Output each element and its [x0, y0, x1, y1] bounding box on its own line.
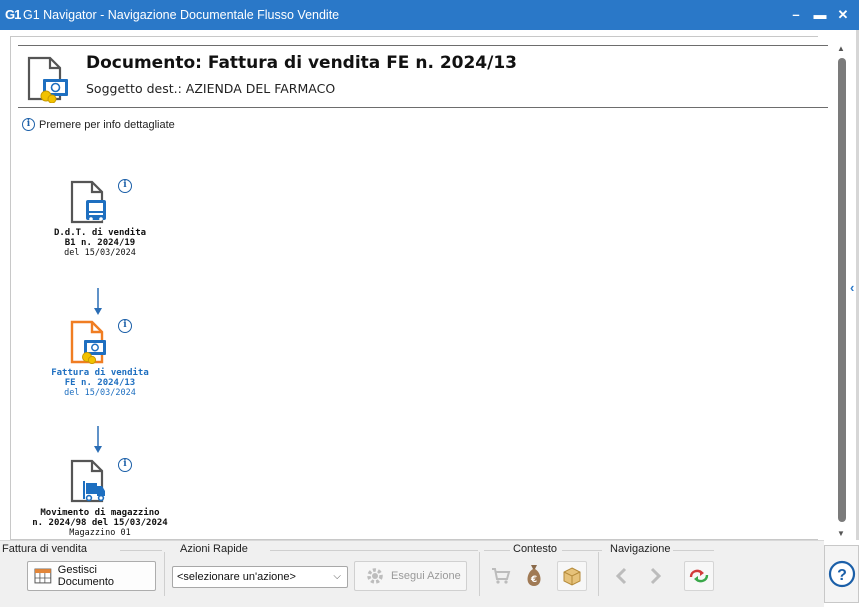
warehouse-node-title: Movimento di magazzino	[40, 508, 160, 518]
scroll-down-icon[interactable]: ▼	[837, 529, 845, 538]
warehouse-node-icon[interactable]	[70, 459, 108, 503]
header-bottom-rule	[18, 107, 828, 108]
run-action-button[interactable]: Esegui Azione	[354, 561, 467, 591]
invoice-node-date: del 15/03/2024	[64, 388, 136, 398]
group-rule	[484, 550, 510, 551]
quick-action-select-value: <selezionare un'azione>	[177, 571, 296, 583]
warehouse-info-icon[interactable]: i	[118, 458, 132, 472]
quick-action-select[interactable]: <selezionare un'azione> ⌵	[172, 566, 348, 588]
ddt-node-date: del 15/03/2024	[64, 248, 136, 258]
invoice-node-number: FE n. 2024/13	[64, 378, 136, 388]
group-label-quick-actions: Azioni Rapide	[178, 543, 250, 555]
ddt-node-title: D.d.T. di vendita	[53, 228, 147, 238]
info-icon: i	[22, 118, 35, 131]
close-button[interactable]: ✕	[832, 4, 854, 26]
invoice-node-label[interactable]: Fattura di vendita FE n. 2024/13 del 15/…	[30, 368, 170, 398]
header-top-rule	[18, 45, 828, 46]
flow-arrow-down-icon	[93, 426, 103, 459]
group-label-document: Fattura di vendita	[0, 543, 89, 555]
document-grid-icon	[34, 568, 52, 584]
toolbar-separator	[598, 552, 599, 596]
side-panel-chevron-icon[interactable]: ‹	[850, 280, 854, 295]
info-hint-text: Premere per info dettagliate	[39, 118, 175, 131]
help-button[interactable]: ?	[824, 545, 859, 603]
gear-icon	[367, 568, 383, 584]
help-icon: ?	[828, 560, 855, 588]
refresh-icon[interactable]	[684, 561, 714, 591]
ddt-info-icon[interactable]: i	[118, 179, 132, 193]
minimize-button[interactable]: –	[785, 4, 807, 26]
document-title: Documento: Fattura di vendita FE n. 2024…	[86, 53, 518, 73]
invoice-info-icon[interactable]: i	[118, 319, 132, 333]
document-recipient: Soggetto dest.: AZIENDA DEL FARMACO	[86, 81, 336, 96]
ddt-node-label[interactable]: D.d.T. di vendita B1 n. 2024/19 del 15/0…	[30, 228, 170, 258]
scroll-up-icon[interactable]: ▲	[837, 44, 845, 53]
invoice-header-icon	[26, 55, 70, 104]
manage-document-label: Gestisci Documento	[57, 564, 115, 588]
group-label-navigation: Navigazione	[608, 543, 673, 555]
chevron-down-icon: ⌵	[333, 571, 341, 582]
app-logo: G1	[5, 7, 21, 22]
warehouse-node-label[interactable]: Movimento di magazzino n. 2024/98 del 15…	[10, 508, 190, 538]
ddt-node-number: B1 n. 2024/19	[64, 238, 136, 248]
maximize-button[interactable]: ▬	[809, 4, 831, 26]
group-rule	[562, 550, 602, 551]
manage-document-button[interactable]: Gestisci Documento	[27, 561, 156, 591]
run-action-label: Esegui Azione	[391, 570, 461, 582]
info-hint[interactable]: i Premere per info dettagliate	[22, 118, 175, 131]
box-icon[interactable]	[557, 561, 587, 591]
forward-icon[interactable]	[640, 561, 670, 591]
group-rule	[270, 550, 478, 551]
warehouse-node-store: Magazzino 01	[69, 528, 131, 538]
flow-arrow-down-icon	[93, 288, 103, 321]
invoice-node-title: Fattura di vendita	[51, 368, 149, 378]
svg-text:€: €	[530, 575, 537, 585]
toolbar-separator	[164, 552, 165, 596]
invoice-node-icon[interactable]	[70, 320, 108, 365]
window-title: G1 Navigator - Navigazione Documentale F…	[23, 8, 340, 22]
cart-icon[interactable]	[486, 561, 516, 591]
group-label-context: Contesto	[511, 543, 560, 555]
title-bar: G1 G1 Navigator - Navigazione Documental…	[0, 0, 859, 30]
group-rule	[672, 550, 714, 551]
money-bag-icon[interactable]: €	[519, 561, 549, 591]
scrollbar-thumb[interactable]	[838, 58, 846, 522]
toolbar-separator	[479, 552, 480, 596]
svg-text:?: ?	[837, 567, 847, 584]
back-icon[interactable]	[607, 561, 637, 591]
group-rule	[120, 550, 162, 551]
warehouse-node-number: n. 2024/98 del 15/03/2024	[32, 518, 168, 528]
ddt-node-icon[interactable]	[70, 180, 108, 224]
